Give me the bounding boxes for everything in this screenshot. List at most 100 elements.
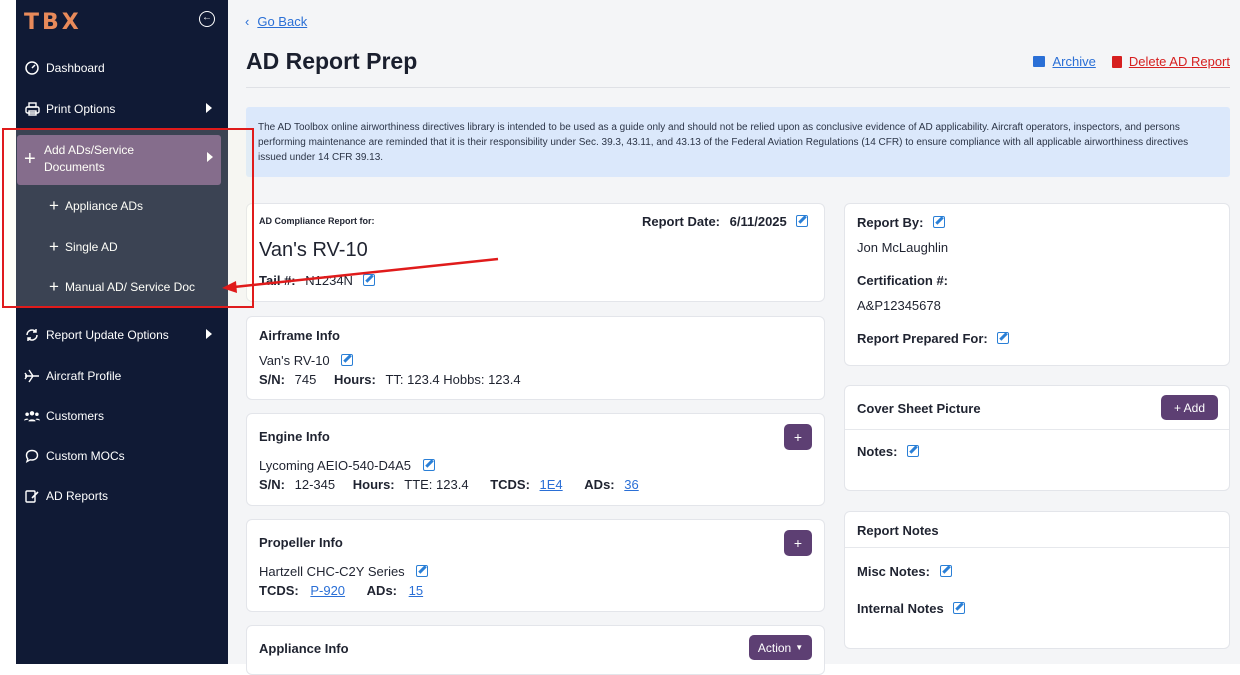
- sidebar-item-label: Report Update Options: [46, 328, 169, 342]
- tail-number: Tail #: N1234N: [259, 273, 375, 288]
- sn-label: S/N:: [259, 372, 285, 387]
- edit-icon[interactable]: [939, 565, 952, 577]
- action-dropdown-button[interactable]: Action ▼: [749, 635, 812, 660]
- caret-right-icon: [207, 152, 213, 162]
- ads-link[interactable]: 36: [624, 477, 638, 492]
- chat-icon: [24, 448, 40, 464]
- engine-card: Engine Info + Lycoming AEIO-540-D4A5 S/N…: [246, 413, 825, 506]
- report-date: Report Date: 6/11/2025: [642, 214, 809, 229]
- page-actions: Archive Delete AD Report: [1033, 54, 1230, 69]
- sidebar-item-label: Print Options: [46, 102, 116, 116]
- report-by: Report By:: [857, 215, 946, 230]
- go-back-link[interactable]: ‹ Go Back: [245, 14, 307, 29]
- edit-icon[interactable]: [997, 332, 1010, 344]
- misc-notes-label: Misc Notes:: [857, 564, 930, 579]
- engine-model: Lycoming AEIO-540-D4A5: [259, 458, 435, 473]
- add-engine-button[interactable]: +: [784, 424, 812, 450]
- action-label: Action: [757, 640, 792, 655]
- internal-notes-label: Internal Notes: [857, 601, 944, 616]
- dashboard-icon: [24, 60, 40, 76]
- sidebar-subitem-label: Appliance ADs: [64, 199, 143, 213]
- propeller-title: Propeller Info: [259, 535, 343, 550]
- divider: [845, 429, 1229, 430]
- add-cover-picture-button[interactable]: + Add: [1161, 395, 1218, 420]
- airplane-icon: [24, 368, 40, 384]
- plus-icon: +: [49, 196, 59, 215]
- sidebar-item-label: Add ADs/Service Documents: [44, 143, 135, 174]
- trash-icon: [1111, 55, 1122, 68]
- edit-icon[interactable]: [362, 274, 375, 286]
- hours-label: Hours:: [333, 372, 376, 387]
- ads-label: ADs:: [366, 583, 398, 598]
- caret-right-icon: [206, 103, 212, 113]
- divider: [845, 547, 1229, 548]
- archive-link[interactable]: Archive: [1033, 54, 1096, 69]
- sidebar-item-aircraft-profile[interactable]: Aircraft Profile: [16, 362, 228, 390]
- edit-icon[interactable]: [953, 602, 966, 614]
- engine-title: Engine Info: [259, 429, 330, 444]
- sidebar-subitem-label: Manual AD/ Service Doc: [64, 280, 195, 294]
- users-icon: [24, 408, 40, 424]
- delete-report-link[interactable]: Delete AD Report: [1111, 54, 1230, 69]
- caret-down-icon: ▼: [795, 643, 804, 652]
- sidebar-item-ad-reports[interactable]: AD Reports: [16, 482, 228, 510]
- delete-label: Delete AD Report: [1128, 54, 1230, 69]
- sidebar-subitem-manual-ad[interactable]: + Manual AD/ Service Doc: [49, 275, 195, 299]
- edit-icon[interactable]: [416, 565, 429, 577]
- engine-details: S/N: 12-345 Hours: TTE: 123.4 TCDS: 1E4 …: [259, 477, 639, 492]
- tcds-link[interactable]: P-920: [310, 583, 345, 598]
- sidebar-item-add-ads[interactable]: + Add ADs/Service Documents: [17, 135, 221, 185]
- disclaimer-banner: The AD Toolbox online airworthiness dire…: [246, 107, 1230, 177]
- edit-document-icon: [24, 488, 40, 504]
- report-date-label: Report Date:: [642, 214, 721, 229]
- tcds-label: TCDS:: [259, 583, 299, 598]
- printer-icon: [24, 101, 40, 117]
- airframe-details: S/N: 745 Hours: TT: 123.4 Hobbs: 123.4: [259, 372, 521, 387]
- edit-icon[interactable]: [796, 215, 809, 227]
- ads-label: ADs:: [584, 477, 615, 492]
- report-by-label: Report By:: [857, 215, 924, 230]
- collapse-sidebar-icon[interactable]: ←: [199, 11, 215, 27]
- edit-icon[interactable]: [933, 216, 946, 228]
- sidebar-subitem-single-ad[interactable]: + Single AD: [49, 235, 118, 259]
- sn-value: 745: [294, 372, 317, 387]
- plus-icon: +: [49, 237, 59, 256]
- sidebar-item-print-options[interactable]: Print Options: [16, 95, 228, 123]
- tcds-label: TCDS:: [490, 477, 530, 492]
- airframe-model-value: Van's RV-10: [259, 353, 330, 368]
- ads-link[interactable]: 15: [409, 583, 423, 598]
- tcds-link[interactable]: 1E4: [540, 477, 563, 492]
- sn-label: S/N:: [259, 477, 285, 492]
- report-prepared-for: Report Prepared For:: [857, 331, 1010, 346]
- refresh-icon: [24, 327, 40, 343]
- sidebar-item-report-update[interactable]: Report Update Options: [16, 321, 228, 349]
- sidebar-item-label: Dashboard: [46, 61, 105, 75]
- plus-icon: +: [49, 277, 59, 296]
- sidebar-item-custom-mocs[interactable]: Custom MOCs: [16, 442, 228, 470]
- sidebar-item-customers[interactable]: Customers: [16, 402, 228, 430]
- propeller-model: Hartzell CHC-C2Y Series: [259, 564, 429, 579]
- page-title: AD Report Prep: [246, 48, 418, 74]
- add-propeller-button[interactable]: +: [784, 530, 812, 556]
- sidebar-item-dashboard[interactable]: Dashboard: [16, 54, 228, 82]
- edit-icon[interactable]: [422, 459, 435, 471]
- caret-right-icon: [206, 329, 212, 339]
- archive-label: Archive: [1052, 54, 1096, 69]
- edit-icon[interactable]: [341, 354, 354, 366]
- archive-icon: [1033, 56, 1046, 67]
- report-by-card: Report By: Jon McLaughlin Certification …: [844, 203, 1230, 366]
- report-date-value: 6/11/2025: [729, 214, 787, 229]
- edit-icon[interactable]: [907, 445, 920, 457]
- sidebar: TBX ← Dashboard Print Options + Add ADs/…: [16, 0, 228, 664]
- airframe-card: Airframe Info Van's RV-10 S/N: 745 Hours…: [246, 316, 825, 400]
- sidebar-subitem-label: Single AD: [64, 240, 118, 254]
- appliance-title: Appliance Info: [259, 641, 349, 656]
- report-by-name: Jon McLaughlin: [857, 240, 949, 255]
- engine-model-value: Lycoming AEIO-540-D4A5: [259, 458, 411, 473]
- notes-label: Notes:: [857, 444, 898, 459]
- certification-value: A&P12345678: [857, 298, 941, 313]
- tail-label: Tail #:: [259, 273, 296, 288]
- cover-sheet-card: Cover Sheet Picture + Add Notes:: [844, 385, 1230, 491]
- divider: [246, 87, 1230, 88]
- sidebar-subitem-appliance-ads[interactable]: + Appliance ADs: [49, 194, 143, 218]
